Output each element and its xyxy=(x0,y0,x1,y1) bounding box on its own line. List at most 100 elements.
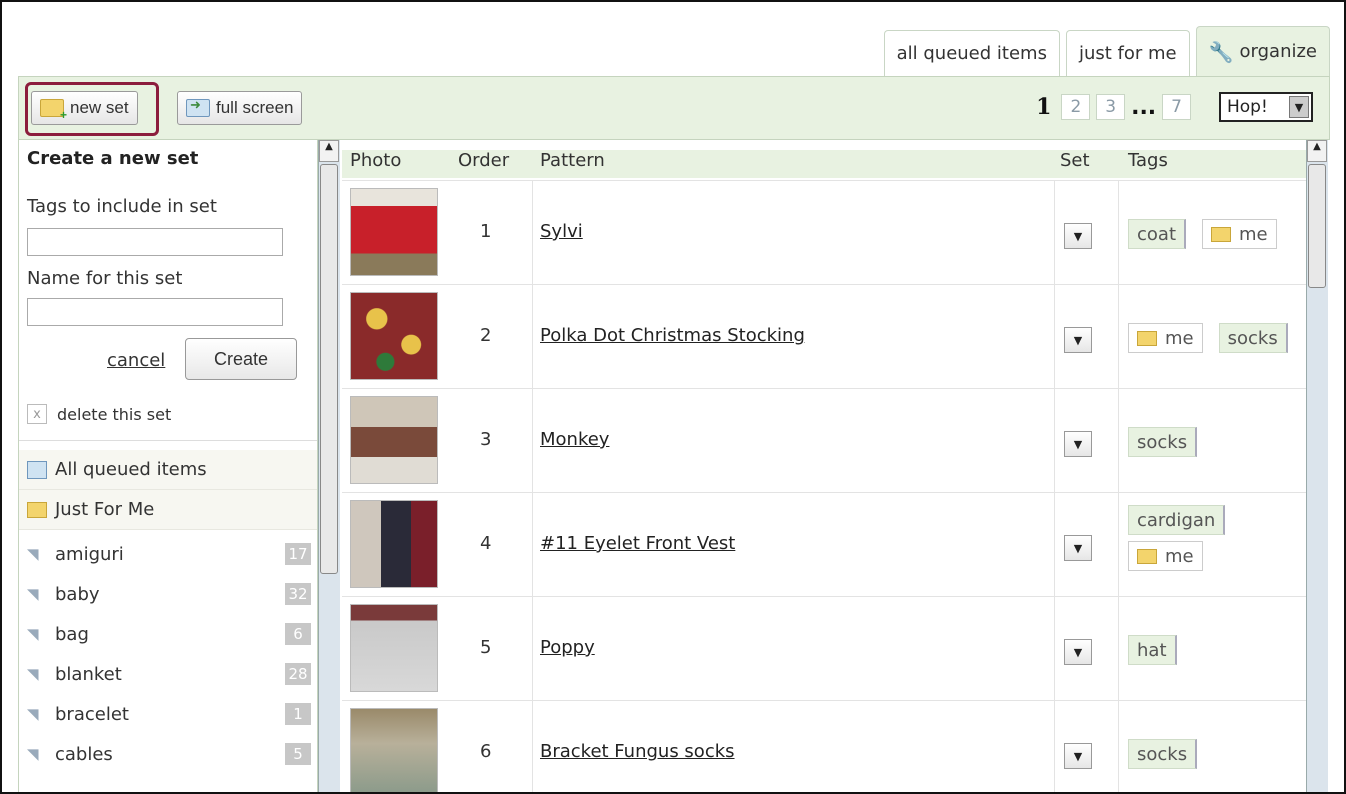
sidebar-tag-item[interactable]: ◥ amiguri 17 xyxy=(19,534,317,574)
table-scrollbar[interactable]: ▲ xyxy=(1306,140,1328,792)
pattern-link[interactable]: #11 Eyelet Front Vest xyxy=(540,533,735,554)
header-order[interactable]: Order xyxy=(458,150,509,171)
pattern-photo[interactable] xyxy=(350,708,438,792)
tab-bar: all queued items just for me 🔧 organize xyxy=(883,26,1330,76)
delete-x-icon[interactable]: x xyxy=(27,404,47,424)
table-row[interactable]: 6 Bracket Fungus socks ▼ socks xyxy=(342,700,1306,792)
sidebar-tag-item[interactable]: ◥ cables 5 xyxy=(19,734,317,774)
pattern-photo[interactable] xyxy=(350,188,438,276)
row-tags: socks xyxy=(1128,427,1304,457)
col-divider xyxy=(1118,389,1119,493)
set-dropdown[interactable]: ▼ xyxy=(1064,223,1092,249)
pattern-photo[interactable] xyxy=(350,500,438,588)
table-row[interactable]: 4 #11 Eyelet Front Vest ▼ cardigan me xyxy=(342,492,1306,597)
table-row[interactable]: 5 Poppy ▼ hat xyxy=(342,596,1306,701)
sidebar-tag-item[interactable]: ◥ bag 6 xyxy=(19,614,317,654)
col-divider xyxy=(532,285,533,389)
tag-icon: ◥ xyxy=(27,545,39,563)
page-link-2[interactable]: 2 xyxy=(1061,94,1091,120)
col-divider xyxy=(1054,597,1055,701)
tag-chip-me[interactable]: me xyxy=(1128,323,1203,353)
tag-chip[interactable]: socks xyxy=(1128,739,1198,769)
col-divider xyxy=(1054,389,1055,493)
cancel-link[interactable]: cancel xyxy=(107,350,165,371)
set-name-input[interactable] xyxy=(27,298,283,326)
tag-count-badge: 6 xyxy=(285,623,311,645)
delete-set-label[interactable]: delete this set xyxy=(57,405,171,424)
table-row[interactable]: 3 Monkey ▼ socks xyxy=(342,388,1306,493)
set-dropdown[interactable]: ▼ xyxy=(1064,639,1092,665)
pattern-link[interactable]: Monkey xyxy=(540,429,609,450)
app-frame: all queued items just for me 🔧 organize … xyxy=(0,0,1346,794)
tag-chip[interactable]: cardigan xyxy=(1128,505,1226,535)
hop-select-value: Hop! xyxy=(1227,97,1268,117)
pattern-photo[interactable] xyxy=(350,292,438,380)
tag-chip[interactable]: socks xyxy=(1218,323,1288,353)
sidebar-scroll-thumb[interactable] xyxy=(320,164,338,574)
sidebar-item-label: All queued items xyxy=(55,459,207,480)
sidebar-tag-item[interactable]: ◥ blanket 28 xyxy=(19,654,317,694)
tag-count-badge: 1 xyxy=(285,703,311,725)
full-screen-button[interactable]: full screen xyxy=(177,91,303,125)
tag-count-badge: 17 xyxy=(285,543,311,565)
col-divider xyxy=(532,597,533,701)
sidebar-tag-label: bag xyxy=(55,623,89,645)
page-link-7[interactable]: 7 xyxy=(1162,94,1191,120)
new-set-label: new set xyxy=(70,98,129,117)
sidebar-item-just-for-me[interactable]: Just For Me xyxy=(19,490,317,530)
tag-chip-me[interactable]: me xyxy=(1202,219,1277,249)
set-dropdown[interactable]: ▼ xyxy=(1064,743,1092,769)
tag-count-badge: 32 xyxy=(285,583,311,605)
set-dropdown[interactable]: ▼ xyxy=(1064,535,1092,561)
row-order: 2 xyxy=(480,325,492,346)
page-ellipsis: ... xyxy=(1131,94,1157,120)
tag-icon: ◥ xyxy=(27,745,39,763)
tag-chip-me[interactable]: me xyxy=(1128,541,1203,571)
col-divider xyxy=(1054,181,1055,285)
tag-count-badge: 5 xyxy=(285,743,311,765)
pattern-link[interactable]: Poppy xyxy=(540,637,595,658)
sidebar-tag-item[interactable]: ◥ baby 32 xyxy=(19,574,317,614)
tags-include-input[interactable] xyxy=(27,228,283,256)
col-divider xyxy=(1054,285,1055,389)
tab-organize[interactable]: 🔧 organize xyxy=(1195,26,1330,76)
pattern-link[interactable]: Sylvi xyxy=(540,221,583,242)
tag-icon: ◥ xyxy=(27,665,39,683)
create-button[interactable]: Create xyxy=(185,338,297,380)
tag-count-badge: 28 xyxy=(285,663,311,685)
tab-just-for-me[interactable]: just for me xyxy=(1065,30,1190,76)
scroll-up-icon[interactable]: ▲ xyxy=(319,140,339,162)
scroll-up-icon[interactable]: ▲ xyxy=(1307,140,1327,162)
set-dropdown[interactable]: ▼ xyxy=(1064,327,1092,353)
table-row[interactable]: 1 Sylvi ▼ coat me xyxy=(342,180,1306,285)
col-divider xyxy=(1054,701,1055,792)
tag-chip-label: me xyxy=(1239,223,1268,245)
tag-chip[interactable]: hat xyxy=(1128,635,1177,665)
tag-chip[interactable]: socks xyxy=(1128,427,1198,457)
sidebar-item-label: Just For Me xyxy=(55,499,155,520)
sidebar-item-all-queued[interactable]: All queued items xyxy=(19,450,317,490)
pattern-photo[interactable] xyxy=(350,396,438,484)
table-scroll-thumb[interactable] xyxy=(1308,164,1326,288)
chevron-down-icon[interactable]: ▼ xyxy=(1289,96,1309,118)
header-pattern[interactable]: Pattern xyxy=(540,150,605,171)
set-dropdown[interactable]: ▼ xyxy=(1064,431,1092,457)
pattern-link[interactable]: Bracket Fungus socks xyxy=(540,741,735,762)
page-link-3[interactable]: 3 xyxy=(1096,94,1126,120)
delete-set-row[interactable]: x delete this set xyxy=(27,404,171,424)
tab-all-queued-items[interactable]: all queued items xyxy=(883,30,1060,76)
pattern-link[interactable]: Polka Dot Christmas Stocking xyxy=(540,325,805,346)
sidebar-scrollbar[interactable]: ▲ xyxy=(318,140,340,792)
tag-chip[interactable]: coat xyxy=(1128,219,1186,249)
tag-icon: ◥ xyxy=(27,585,39,603)
row-tags: cardigan me xyxy=(1128,505,1304,571)
pattern-photo[interactable] xyxy=(350,604,438,692)
hop-select[interactable]: Hop! ▼ xyxy=(1219,92,1313,122)
create-set-title: Create a new set xyxy=(27,148,199,169)
sidebar: Create a new set Tags to include in set … xyxy=(18,140,318,792)
table-row[interactable]: 2 Polka Dot Christmas Stocking ▼ me sock… xyxy=(342,284,1306,389)
header-photo: Photo xyxy=(350,150,402,171)
new-set-button[interactable]: new set xyxy=(31,91,138,125)
sidebar-tag-item[interactable]: ◥ bracelet 1 xyxy=(19,694,317,734)
col-divider xyxy=(532,389,533,493)
